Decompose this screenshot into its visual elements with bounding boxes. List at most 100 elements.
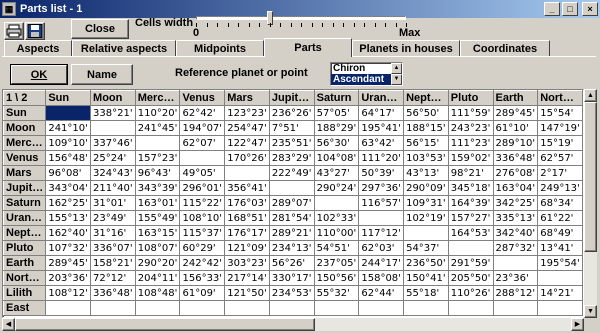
grid-cell[interactable]: 2°17' xyxy=(537,165,583,181)
grid-cell[interactable] xyxy=(358,210,405,226)
grid-cell[interactable] xyxy=(314,195,360,211)
grid-cell[interactable]: 15°19' xyxy=(537,135,583,151)
scroll-up-arrow-icon[interactable]: ▲ xyxy=(391,63,402,74)
tab-midpoints[interactable]: Midpoints xyxy=(176,40,264,57)
tab-planets-in-houses[interactable]: Planets in houses xyxy=(352,40,460,57)
grid-cell[interactable]: 289°45' xyxy=(493,105,539,121)
reference-point-list[interactable]: Chiron Ascendant ▲ ▼ xyxy=(330,62,403,86)
row-header[interactable]: East xyxy=(3,300,47,316)
grid-cell[interactable]: 122°47' xyxy=(224,135,270,151)
grid-cell[interactable] xyxy=(537,270,583,286)
grid-cell[interactable]: 336°48' xyxy=(90,285,136,301)
row-header[interactable]: Venus xyxy=(3,150,47,166)
grid-cell[interactable]: 217°14' xyxy=(224,270,270,286)
grid-cell[interactable]: 356°41' xyxy=(224,180,270,196)
scroll-right-icon[interactable]: ▶ xyxy=(571,318,584,331)
grid-cell[interactable]: 64°17' xyxy=(358,105,405,121)
grid-cell[interactable]: 241°10' xyxy=(45,120,92,136)
grid-cell[interactable]: 110°20' xyxy=(135,105,181,121)
grid-cell[interactable]: 237°05' xyxy=(314,255,360,271)
row-header[interactable]: Saturn xyxy=(3,195,47,211)
grid-cell[interactable]: 249°13' xyxy=(537,180,583,196)
grid-cell[interactable]: 205°50' xyxy=(448,270,494,286)
grid-cell[interactable]: 54°37' xyxy=(403,240,449,256)
grid-cell[interactable]: 343°04' xyxy=(45,180,92,196)
grid-cell[interactable]: 164°39' xyxy=(448,195,494,211)
grid-cell[interactable] xyxy=(45,300,92,316)
grid-cell[interactable]: 62°07' xyxy=(179,135,226,151)
grid-cell[interactable]: 61°09' xyxy=(179,285,226,301)
grid-cell[interactable]: 235°51' xyxy=(269,135,315,151)
grid-cell[interactable]: 283°29' xyxy=(269,150,315,166)
row-header[interactable]: Moon xyxy=(3,120,47,136)
column-header[interactable]: Merc… xyxy=(134,90,181,106)
grid-cell[interactable]: 102°19' xyxy=(403,210,449,226)
grid-cell[interactable]: 156°48' xyxy=(45,150,92,166)
row-header[interactable]: Mars xyxy=(3,165,47,181)
grid-cell[interactable]: 163°01' xyxy=(135,195,181,211)
column-header[interactable]: Uran… xyxy=(358,90,405,106)
grid-cell[interactable]: 72°12' xyxy=(90,270,136,286)
grid-cell[interactable]: 107°32' xyxy=(45,240,92,256)
tab-coordinates[interactable]: Coordinates xyxy=(460,40,550,57)
column-header[interactable]: Pluto xyxy=(447,90,494,106)
tab-relative-aspects[interactable]: Relative aspects xyxy=(72,40,176,57)
grid-cell[interactable]: 289°21' xyxy=(269,225,315,241)
grid-cell[interactable]: 63°42' xyxy=(358,135,405,151)
grid-cell[interactable] xyxy=(45,105,92,121)
grid-cell[interactable]: 234°13' xyxy=(269,240,315,256)
row-header[interactable]: Lilith xyxy=(3,285,47,301)
grid-cell[interactable]: 289°10' xyxy=(493,135,539,151)
grid-cell[interactable]: 155°49' xyxy=(135,210,181,226)
grid-cell[interactable]: 61°10' xyxy=(493,120,539,136)
grid-cell[interactable]: 163°04' xyxy=(493,180,539,196)
grid-cell[interactable] xyxy=(135,300,181,316)
horizontal-scroll-thumb[interactable] xyxy=(15,318,315,331)
grid-cell[interactable]: 242°42' xyxy=(179,255,226,271)
grid-cell[interactable]: 121°09' xyxy=(224,240,270,256)
parts-grid[interactable]: 1 \ 2 Sun Moon Merc… Venus Mars Jupit… Saturn Ur… xyxy=(2,89,584,318)
grid-cell[interactable]: 335°13' xyxy=(493,210,539,226)
grid-cell[interactable]: 49°05' xyxy=(179,165,226,181)
column-header[interactable]: Jupit… xyxy=(268,90,315,106)
grid-cell[interactable]: 68°49' xyxy=(537,225,583,241)
column-header[interactable]: Saturn xyxy=(313,90,360,106)
grid-cell[interactable]: 163°15' xyxy=(135,225,181,241)
grid-cell[interactable] xyxy=(269,300,315,316)
grid-cell[interactable]: 195°54' xyxy=(537,255,583,271)
grid-cell[interactable]: 23°36' xyxy=(493,270,539,286)
grid-cell[interactable]: 117°12' xyxy=(358,225,405,241)
grid-cell[interactable]: 115°37' xyxy=(179,225,226,241)
grid-cell[interactable]: 103°53' xyxy=(403,150,449,166)
grid-cell[interactable]: 337°46' xyxy=(90,135,136,151)
grid-cell[interactable]: 56°50' xyxy=(403,105,449,121)
grid-cell[interactable]: 303°23' xyxy=(224,255,270,271)
grid-cell[interactable] xyxy=(90,120,136,136)
grid-cell[interactable]: 68°34' xyxy=(537,195,583,211)
grid-cell[interactable]: 289°07' xyxy=(269,195,315,211)
grid-cell[interactable]: 158°21' xyxy=(90,255,136,271)
grid-cell[interactable]: 158°08' xyxy=(358,270,405,286)
grid-cell[interactable]: 297°36' xyxy=(358,180,405,196)
print-button[interactable] xyxy=(4,22,24,40)
grid-cell[interactable] xyxy=(224,165,270,181)
grid-cell[interactable]: 104°08' xyxy=(314,150,360,166)
grid-cell[interactable]: 236°26' xyxy=(269,105,315,121)
grid-cell[interactable]: 108°48' xyxy=(135,285,181,301)
grid-cell[interactable]: 345°18' xyxy=(448,180,494,196)
grid-cell[interactable]: 296°01' xyxy=(179,180,226,196)
grid-cell[interactable]: 157°23' xyxy=(135,150,181,166)
grid-cell[interactable]: 62°44' xyxy=(358,285,405,301)
grid-cell[interactable]: 15°54' xyxy=(537,105,583,121)
grid-cell[interactable]: 121°50' xyxy=(224,285,270,301)
grid-cell[interactable]: 109°10' xyxy=(45,135,92,151)
grid-cell[interactable]: 157°27' xyxy=(448,210,494,226)
grid-cell[interactable]: 170°26' xyxy=(224,150,270,166)
grid-cell[interactable]: 123°23' xyxy=(224,105,270,121)
vertical-scrollbar[interactable]: ▲ ▼ xyxy=(584,89,597,318)
grid-cell[interactable]: 336°48' xyxy=(493,150,539,166)
grid-cell[interactable]: 14°21' xyxy=(537,285,583,301)
grid-cell[interactable]: 115°22' xyxy=(179,195,226,211)
row-header[interactable]: Sun xyxy=(3,105,47,121)
grid-cell[interactable]: 222°49' xyxy=(269,165,315,181)
